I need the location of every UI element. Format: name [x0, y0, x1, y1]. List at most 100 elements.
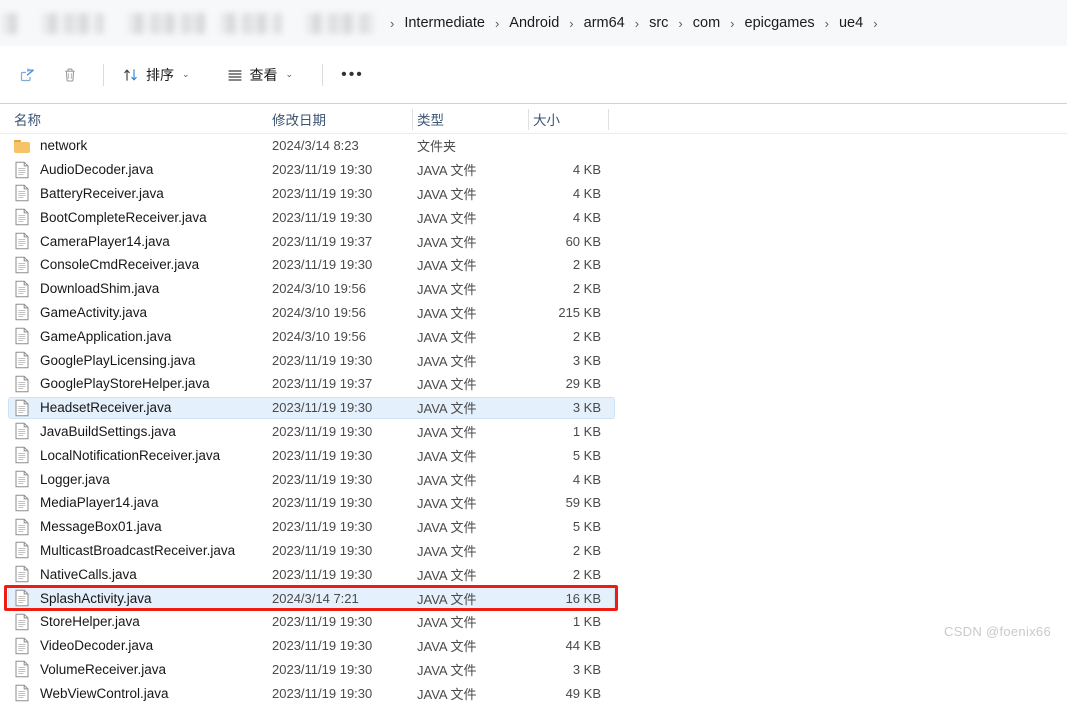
- column-divider-1[interactable]: [412, 109, 413, 130]
- file-name-cell[interactable]: VideoDecoder.java: [14, 637, 153, 655]
- file-size-cell: 29 KB: [533, 376, 601, 391]
- table-row[interactable]: HeadsetReceiver.java2023/11/19 19:30JAVA…: [0, 396, 1067, 420]
- table-row[interactable]: StoreHelper.java2023/11/19 19:30JAVA 文件1…: [0, 610, 1067, 634]
- breadcrumb-item-ue4[interactable]: ue4: [839, 15, 863, 31]
- file-name-cell[interactable]: ConsoleCmdReceiver.java: [14, 256, 199, 274]
- file-name-label: MessageBox01.java: [40, 519, 162, 534]
- file-date-cell: 2023/11/19 19:30: [272, 448, 372, 463]
- table-row[interactable]: BatteryReceiver.java2023/11/19 19:30JAVA…: [0, 182, 1067, 206]
- file-name-label: LocalNotificationReceiver.java: [40, 448, 220, 463]
- watermark: CSDN @foenix66: [944, 624, 1051, 639]
- column-header-date[interactable]: 修改日期: [272, 104, 326, 134]
- file-name-cell[interactable]: GameApplication.java: [14, 327, 171, 345]
- file-name-cell[interactable]: CameraPlayer14.java: [14, 232, 170, 250]
- file-name-cell[interactable]: GooglePlayStoreHelper.java: [14, 375, 210, 393]
- file-name-cell[interactable]: MediaPlayer14.java: [14, 494, 159, 512]
- breadcrumb[interactable]: ›Intermediate›Android›arm64›src›com›epic…: [376, 15, 888, 31]
- file-type-cell: JAVA 文件: [417, 303, 476, 322]
- file-size-cell: 4 KB: [533, 472, 601, 487]
- file-name-cell[interactable]: BatteryReceiver.java: [14, 184, 164, 202]
- breadcrumb-item-src[interactable]: src: [649, 15, 668, 31]
- table-row[interactable]: CameraPlayer14.java2023/11/19 19:37JAVA …: [0, 229, 1067, 253]
- breadcrumb-item-arm64[interactable]: arm64: [584, 15, 625, 31]
- file-icon: [14, 232, 31, 250]
- breadcrumb-item-epicgames[interactable]: epicgames: [745, 15, 815, 31]
- file-size-cell: 3 KB: [533, 353, 601, 368]
- table-row[interactable]: LocalNotificationReceiver.java 2023/11/19…: [0, 443, 1067, 467]
- table-row[interactable]: GameActivity.java2024/3/10 19:56JAVA 文件2…: [0, 301, 1067, 325]
- table-row[interactable]: SplashActivity.java2024/3/14 7:21JAVA 文件…: [0, 586, 1067, 610]
- file-type-cell: JAVA 文件: [417, 470, 476, 489]
- sort-button[interactable]: 排序 ⌄: [113, 59, 199, 91]
- breadcrumb-redacted-3: [220, 13, 282, 34]
- table-row[interactable]: AudioDecoder.java2023/11/19 19:30JAVA 文件…: [0, 158, 1067, 182]
- file-name-cell[interactable]: Logger.java: [14, 470, 110, 488]
- column-header-size[interactable]: 大小: [533, 104, 560, 134]
- file-name-cell[interactable]: WebViewControl.java: [14, 684, 169, 702]
- file-name-cell[interactable]: network: [14, 137, 87, 155]
- column-divider-3[interactable]: [608, 109, 609, 130]
- table-row[interactable]: ConsoleCmdReceiver.java2023/11/19 19:30J…: [0, 253, 1067, 277]
- file-name-cell[interactable]: BootCompleteReceiver.java: [14, 208, 207, 226]
- file-name-cell[interactable]: SplashActivity.java: [14, 589, 152, 607]
- file-type-cell: JAVA 文件: [417, 612, 476, 631]
- file-name-cell[interactable]: DownloadShim.java: [14, 280, 159, 298]
- more-options-button[interactable]: •••: [332, 59, 373, 91]
- table-row[interactable]: MulticastBroadcastReceiver.java2023/11/1…: [0, 539, 1067, 563]
- file-date-cell: 2023/11/19 19:30: [272, 353, 372, 368]
- file-name-cell[interactable]: LocalNotificationReceiver.java: [14, 446, 220, 464]
- table-row[interactable]: WebViewControl.java2023/11/19 19:30JAVA …: [0, 681, 1067, 705]
- file-date-cell: 2023/11/19 19:37: [272, 376, 372, 391]
- file-size-cell: 2 KB: [533, 329, 601, 344]
- file-type-cell: JAVA 文件: [417, 446, 476, 465]
- file-name-cell[interactable]: HeadsetReceiver.java: [14, 399, 171, 417]
- file-name-cell[interactable]: MulticastBroadcastReceiver.java: [14, 541, 235, 559]
- file-list[interactable]: network2024/3/14 8:23文件夹AudioDecoder.jav…: [0, 134, 1067, 705]
- file-name-cell[interactable]: StoreHelper.java: [14, 613, 140, 631]
- table-row[interactable]: VideoDecoder.java2023/11/19 19:30JAVA 文件…: [0, 634, 1067, 658]
- table-row[interactable]: BootCompleteReceiver.java2023/11/19 19:3…: [0, 205, 1067, 229]
- delete-button[interactable]: [52, 59, 94, 91]
- breadcrumb-separator[interactable]: ›: [863, 16, 887, 31]
- table-row[interactable]: MessageBox01.java2023/11/19 19:30JAVA 文件…: [0, 515, 1067, 539]
- table-row[interactable]: MediaPlayer14.java2023/11/19 19:30JAVA 文…: [0, 491, 1067, 515]
- file-type-cell: JAVA 文件: [417, 160, 476, 179]
- column-divider-2[interactable]: [528, 109, 529, 130]
- file-name-cell[interactable]: NativeCalls.java: [14, 565, 137, 583]
- breadcrumb-separator: ›: [485, 16, 509, 31]
- table-row[interactable]: GooglePlayLicensing.java 2023/11/19 19:30…: [0, 348, 1067, 372]
- table-row[interactable]: network2024/3/14 8:23文件夹: [0, 134, 1067, 158]
- view-button[interactable]: 查看 ⌄: [217, 59, 303, 91]
- address-bar[interactable]: ›Intermediate›Android›arm64›src›com›epic…: [0, 0, 1067, 46]
- share-button[interactable]: [10, 59, 52, 91]
- table-row[interactable]: NativeCalls.java2023/11/19 19:30JAVA 文件2…: [0, 562, 1067, 586]
- table-row[interactable]: Logger.java2023/11/19 19:30JAVA 文件4 KB: [0, 467, 1067, 491]
- file-name-cell[interactable]: MessageBox01.java: [14, 518, 162, 536]
- file-name-label: GameApplication.java: [40, 329, 171, 344]
- file-size-cell: 3 KB: [533, 662, 601, 677]
- breadcrumb-item-android[interactable]: Android: [509, 15, 559, 31]
- file-icon: [14, 565, 31, 583]
- file-name-cell[interactable]: GameActivity.java: [14, 303, 147, 321]
- file-type-cell: JAVA 文件: [417, 184, 476, 203]
- column-header-type[interactable]: 类型: [417, 104, 444, 134]
- table-row[interactable]: GooglePlayStoreHelper.java 2023/11/19 19:…: [0, 372, 1067, 396]
- file-size-cell: 1 KB: [533, 424, 601, 439]
- column-header-name[interactable]: 名称: [14, 104, 41, 134]
- table-row[interactable]: GameApplication.java2024/3/10 19:56JAVA …: [0, 324, 1067, 348]
- trash-icon: [61, 66, 79, 84]
- table-row[interactable]: VolumeReceiver.java2023/11/19 19:30JAVA …: [0, 658, 1067, 682]
- file-name-cell[interactable]: AudioDecoder.java: [14, 161, 153, 179]
- file-name-cell[interactable]: JavaBuildSettings.java: [14, 422, 176, 440]
- breadcrumb-item-intermediate[interactable]: Intermediate: [404, 15, 485, 31]
- file-size-cell: 60 KB: [533, 234, 601, 249]
- table-row[interactable]: JavaBuildSettings.java2023/11/19 19:30JA…: [0, 420, 1067, 444]
- file-type-cell: JAVA 文件: [417, 541, 476, 560]
- breadcrumb-redacted-4: [306, 13, 374, 34]
- file-name-cell[interactable]: GooglePlayLicensing.java: [14, 351, 195, 369]
- file-name-cell[interactable]: VolumeReceiver.java: [14, 660, 166, 678]
- table-row[interactable]: DownloadShim.java2024/3/10 19:56JAVA 文件2…: [0, 277, 1067, 301]
- file-name-label: GameActivity.java: [40, 305, 147, 320]
- file-icon: [14, 589, 31, 607]
- breadcrumb-item-com[interactable]: com: [693, 15, 720, 31]
